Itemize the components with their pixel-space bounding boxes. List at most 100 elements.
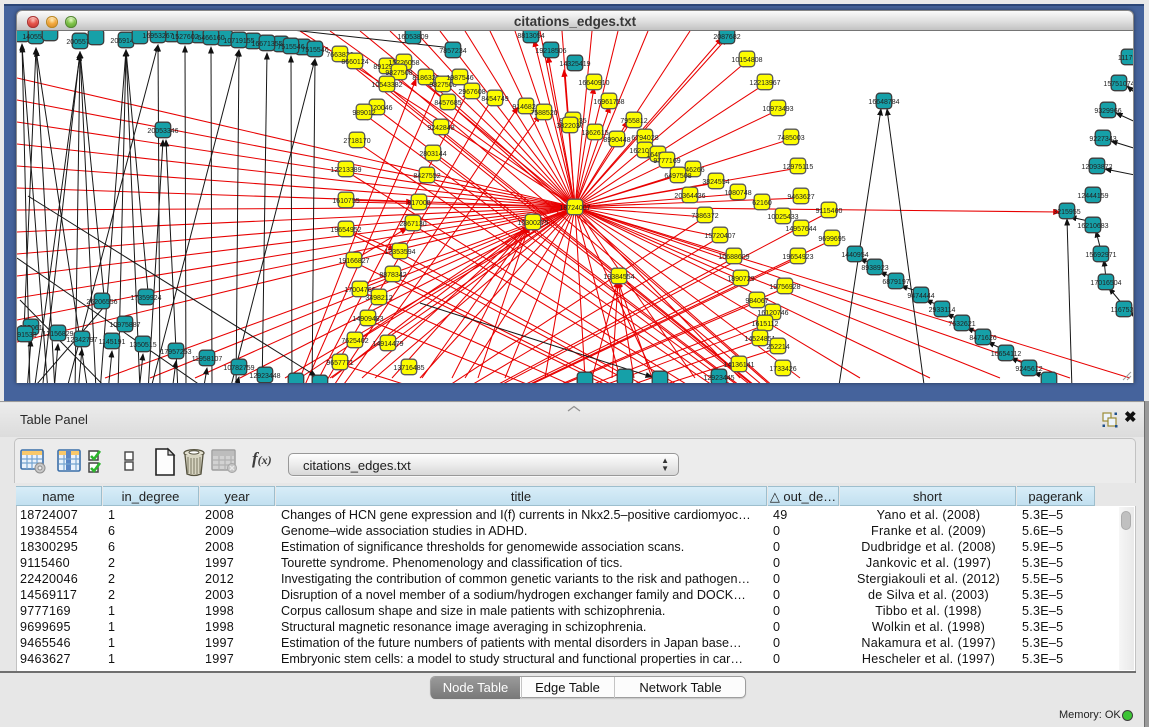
svg-text:7588520: 7588520 [530,110,557,117]
svg-text:2967608: 2967608 [458,89,485,96]
svg-text:18724007: 18724007 [559,205,590,212]
svg-text:8454749: 8454749 [481,96,508,103]
svg-text:1080748: 1080748 [724,190,751,197]
svg-text:2803144: 2803144 [419,151,446,158]
svg-text:8471626: 8471626 [969,335,996,342]
svg-text:8938923: 8938923 [861,265,888,272]
svg-text:19756928: 19756928 [769,284,800,291]
svg-text:3822037: 3822037 [556,123,583,130]
svg-text:3215955: 3215955 [1053,209,1080,216]
svg-text:14136141: 14136141 [723,362,754,369]
svg-text:14914479: 14914479 [372,341,403,348]
svg-text:16648784: 16648784 [868,99,899,106]
svg-text:15751074: 15751074 [1103,81,1134,88]
svg-text:7955812: 7955812 [620,118,647,125]
svg-text:12975115: 12975115 [783,164,814,171]
svg-text:252214: 252214 [766,344,789,351]
svg-text:984067: 984067 [745,298,768,305]
svg-text:12213967: 12213967 [749,80,780,87]
svg-text:2718170: 2718170 [343,138,370,145]
svg-text:9115460: 9115460 [816,208,843,215]
svg-text:10973493: 10973493 [762,106,793,113]
svg-text:14957644: 14957644 [785,226,816,233]
svg-text:14325419: 14325419 [559,61,590,68]
svg-text:8878342: 8878342 [379,272,406,279]
svg-text:6879197: 6879197 [882,279,909,286]
svg-text:7857234: 7857234 [439,48,466,55]
svg-text:989012: 989012 [352,110,375,117]
svg-text:1167534: 1167534 [1111,307,1134,314]
svg-text:16961758: 16961758 [593,99,624,106]
svg-text:9474444: 9474444 [907,293,934,300]
svg-text:17957253: 17957253 [160,349,191,356]
svg-text:3824554: 3824554 [702,179,729,186]
svg-text:7515546: 7515546 [301,47,328,54]
svg-text:9777169: 9777169 [653,158,680,165]
svg-text:17359924: 17359924 [130,295,161,302]
svg-text:12444159: 12444159 [1077,193,1108,200]
svg-text:10654112: 10654112 [991,351,1022,358]
svg-text:9699695: 9699695 [818,236,845,243]
svg-text:15300275: 15300275 [517,220,548,227]
svg-text:12213389: 12213389 [330,167,361,174]
svg-text:8660124: 8660124 [341,59,368,66]
svg-text:1362615: 1362615 [581,130,608,137]
svg-text:12923445: 12923445 [703,375,734,382]
svg-text:1350515: 1350515 [129,342,156,349]
svg-text:10025433: 10025433 [767,214,798,221]
svg-text:6466160: 6466160 [197,35,224,42]
svg-text:19654923: 19654923 [782,254,813,261]
svg-text:19654952: 19654952 [330,227,361,234]
svg-text:6794028: 6794028 [631,135,658,142]
svg-text:2867130: 2867130 [399,221,426,228]
svg-text:1527602: 1527602 [171,34,198,41]
svg-text:12923448: 12923448 [249,373,280,380]
svg-text:1610755: 1610755 [332,198,359,205]
svg-text:10154808: 10154808 [731,57,762,64]
svg-text:1733426: 1733426 [769,366,796,373]
svg-text:9463627: 9463627 [787,194,814,201]
svg-text:1615112: 1615112 [752,321,779,328]
svg-text:19218506: 19218506 [535,48,566,55]
svg-text:12353594: 12353594 [384,249,415,256]
svg-text:9329966: 9329966 [1094,108,1121,115]
svg-text:7386372: 7386372 [691,213,718,220]
svg-text:817008: 817008 [407,200,430,207]
svg-text:1890729: 1890729 [727,276,754,283]
svg-text:16640910: 16640910 [578,80,609,87]
svg-text:20364436: 20364436 [674,193,705,200]
svg-text:7625402: 7625402 [341,338,368,345]
svg-text:10975887: 10975887 [109,322,140,329]
svg-text:1440954: 1440954 [841,252,868,259]
svg-text:1145191: 1145191 [99,339,126,346]
svg-text:14909483: 14909483 [352,316,383,323]
svg-text:17016504: 17016504 [1090,280,1121,287]
svg-text:19384554: 19384554 [603,274,634,281]
svg-text:26206556: 26206556 [86,299,117,306]
svg-text:16210683: 16210683 [1077,223,1108,230]
svg-text:111754: 111754 [1118,55,1134,62]
svg-text:20053346: 20053346 [147,128,178,135]
svg-text:8813054: 8813054 [517,33,544,40]
svg-text:3498212: 3498212 [365,295,392,302]
svg-text:15692971: 15692971 [1085,252,1116,259]
svg-text:62160: 62160 [752,200,772,207]
svg-text:19166827: 19166827 [338,258,369,265]
svg-text:2933114: 2933114 [929,307,956,314]
svg-text:10543382: 10543382 [371,82,402,89]
svg-text:16953267: 16953267 [142,33,173,40]
svg-text:15720407: 15720407 [704,233,735,240]
svg-text:16053809: 16053809 [397,34,428,41]
svg-text:10688609: 10688609 [718,254,749,261]
svg-text:11958107: 11958107 [192,356,223,363]
svg-text:9657771: 9657771 [326,360,353,367]
svg-text:12093872: 12093872 [1081,164,1112,171]
svg-text:8457685: 8457685 [434,100,461,107]
svg-text:9242848: 9242848 [427,125,454,132]
svg-text:7632621: 7632621 [948,321,975,328]
svg-text:10782759: 10782759 [223,365,254,372]
svg-text:2087682: 2087682 [713,34,740,41]
svg-text:391533: 391533 [17,332,37,339]
svg-text:1987546: 1987546 [446,75,473,82]
svg-text:7485003: 7485003 [777,135,804,142]
